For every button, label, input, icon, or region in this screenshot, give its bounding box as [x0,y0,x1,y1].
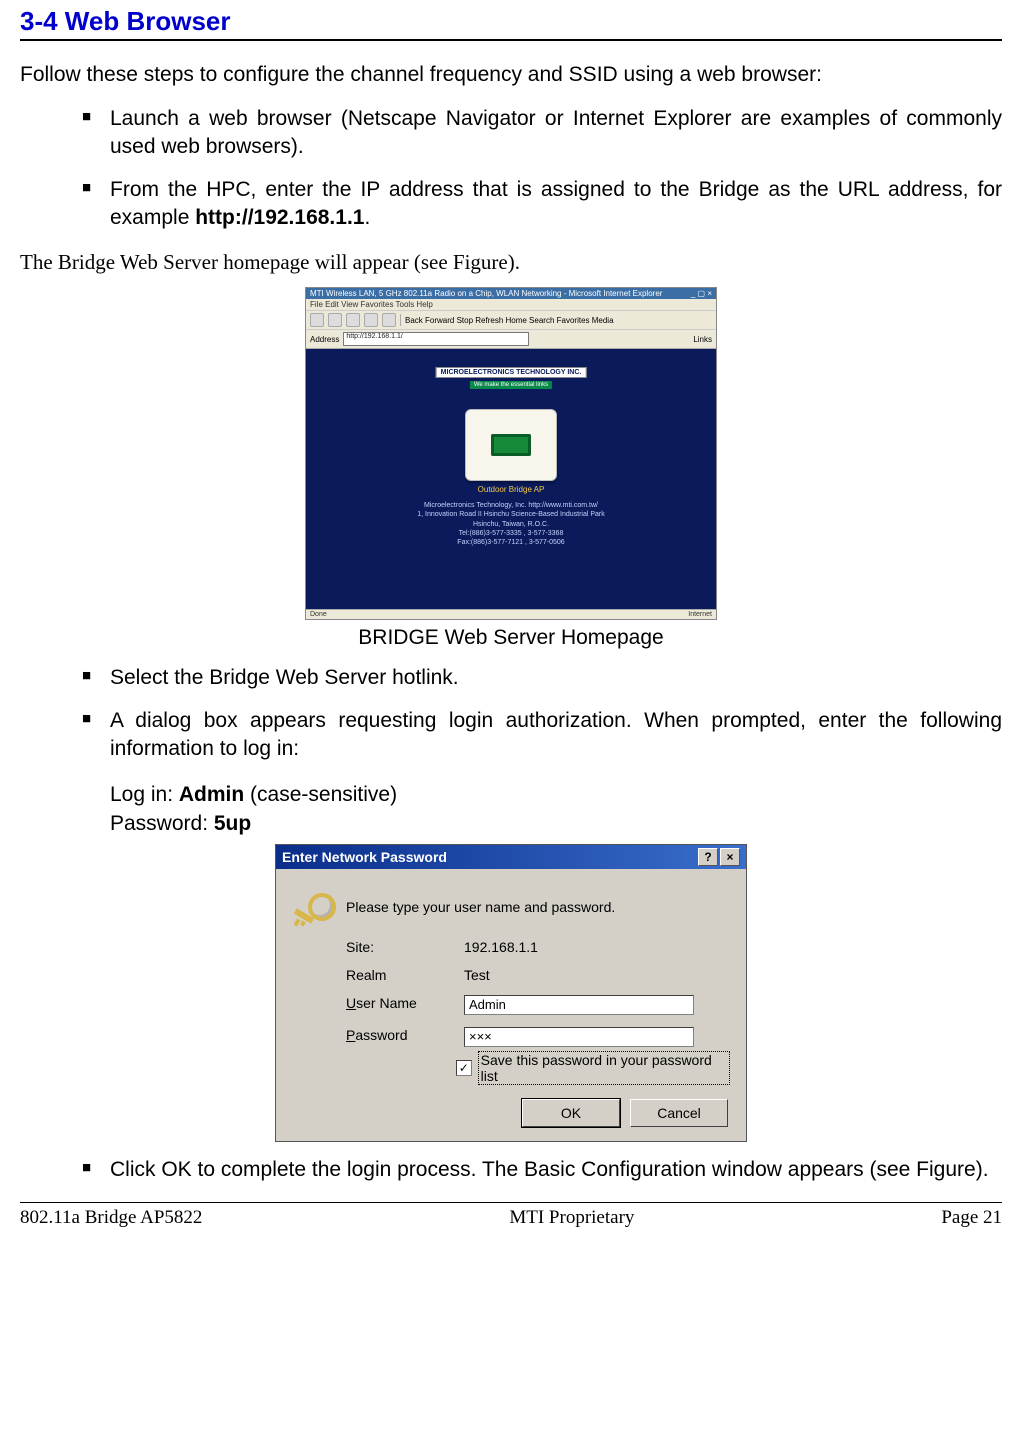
info-line: Microelectronics Technology, Inc. http:/… [346,501,676,510]
browser-content: MICROELECTRONICS TECHNOLOGY INC. We make… [306,349,716,609]
password-line: Password: 5up [110,810,1002,838]
bullet-click-ok: Click OK to complete the login process. … [82,1156,1002,1184]
footer-left: 802.11a Bridge AP5822 [20,1207,202,1229]
status-right: Internet [688,611,712,618]
save-password-label: Save this password in your password list [478,1051,730,1085]
login-pass-bold: 5up [214,812,251,835]
dialog-prompt: Please type your user name and password. [346,899,615,915]
company-logo: MICROELECTRONICS TECHNOLOGY INC. [436,367,587,378]
site-value: 192.168.1.1 [464,939,730,955]
bullet-list-3: Click OK to complete the login process. … [20,1156,1002,1184]
info-line: Hsinchu, Taiwan, R.O.C. [346,520,676,529]
username-input[interactable]: Admin [464,995,694,1015]
realm-value: Test [464,967,730,983]
browser-toolbar: Back Forward Stop Refresh Home Search Fa… [306,310,716,330]
login-user-bold: Admin [179,783,244,806]
password-input[interactable]: ××× [464,1027,694,1047]
browser-menubar: File Edit View Favorites Tools Help [306,299,716,310]
tagline: We make the essential links [470,381,552,389]
text: Password: [110,812,214,835]
text: Log in: [110,783,179,806]
dialog-body: Please type your user name and password.… [276,869,746,1141]
login-line: Log in: Admin (case-sensitive) [110,781,1002,809]
info-line: Tel:(886)3-577-3335 , 3-577-3368 [346,529,676,538]
section-title: 3-4 Web Browser [20,6,1002,41]
url-bold: http://192.168.1.1 [195,206,364,229]
username-label: User Name [346,995,456,1015]
browser-addressbar: Address http://192.168.1.1/ Links [306,330,716,349]
links-label: Links [693,335,712,344]
bullet-login-prompt: A dialog box appears requesting login au… [82,707,1002,764]
toolbar-text: Back Forward Stop Refresh Home Search Fa… [405,316,614,325]
bullet-select-hotlink: Select the Bridge Web Server hotlink. [82,664,1002,692]
figure-caption-1: BRIDGE Web Server Homepage [20,626,1002,650]
window-controls-icon: _ ▢ × [691,289,712,298]
password-label: Password [346,1027,456,1047]
key-icon [292,887,332,927]
realm-label: Realm [346,967,456,983]
company-info: Microelectronics Technology, Inc. http:/… [306,501,716,546]
password-dialog: Enter Network Password ? × Please type y… [275,844,747,1142]
footer-right: Page 21 [941,1207,1002,1229]
forward-icon[interactable] [328,313,342,327]
homepage-note: The Bridge Web Server homepage will appe… [20,250,1002,275]
bullet-launch-browser: Launch a web browser (Netscape Navigator… [82,105,1002,162]
bullet-list-2: Select the Bridge Web Server hotlink. A … [20,664,1002,763]
address-label: Address [310,335,339,344]
back-icon[interactable] [310,313,324,327]
intro-text: Follow these steps to configure the chan… [20,63,1002,87]
refresh-icon[interactable] [364,313,378,327]
address-input[interactable]: http://192.168.1.1/ [343,332,529,346]
product-image [465,409,557,481]
stop-icon[interactable] [346,313,360,327]
dialog-title: Enter Network Password [282,849,447,865]
browser-screenshot: MTI Wireless LAN, 5 GHz 802.11a Radio on… [305,287,717,620]
footer-center: MTI Proprietary [509,1207,634,1229]
site-label: Site: [346,939,456,955]
browser-titlebar: MTI Wireless LAN, 5 GHz 802.11a Radio on… [306,288,716,299]
help-button[interactable]: ? [698,848,718,866]
cancel-button[interactable]: Cancel [630,1099,728,1127]
bullet-enter-ip: From the HPC, enter the IP address that … [82,176,1002,233]
dialog-titlebar: Enter Network Password ? × [276,845,746,869]
info-line: 1, Innovation Road II Hsinchu Science-Ba… [346,510,676,519]
save-password-checkbox[interactable]: ✓ [456,1060,472,1076]
close-button[interactable]: × [720,848,740,866]
home-icon[interactable] [382,313,396,327]
status-left: Done [310,611,327,618]
text: . [364,206,370,229]
bullet-list-1: Launch a web browser (Netscape Navigator… [20,105,1002,232]
ok-button[interactable]: OK [522,1099,620,1127]
browser-statusbar: Done Internet [306,609,716,619]
text: (case-sensitive) [244,783,397,806]
login-credentials: Log in: Admin (case-sensitive) Password:… [20,781,1002,838]
bridge-hotlink[interactable]: Outdoor Bridge AP [306,485,716,494]
info-line: Fax:(886)3-577-7121 , 3-577-0506 [346,538,676,547]
separator-icon [400,314,401,326]
browser-title: MTI Wireless LAN, 5 GHz 802.11a Radio on… [310,289,662,298]
page-footer: 802.11a Bridge AP5822 MTI Proprietary Pa… [20,1202,1002,1229]
